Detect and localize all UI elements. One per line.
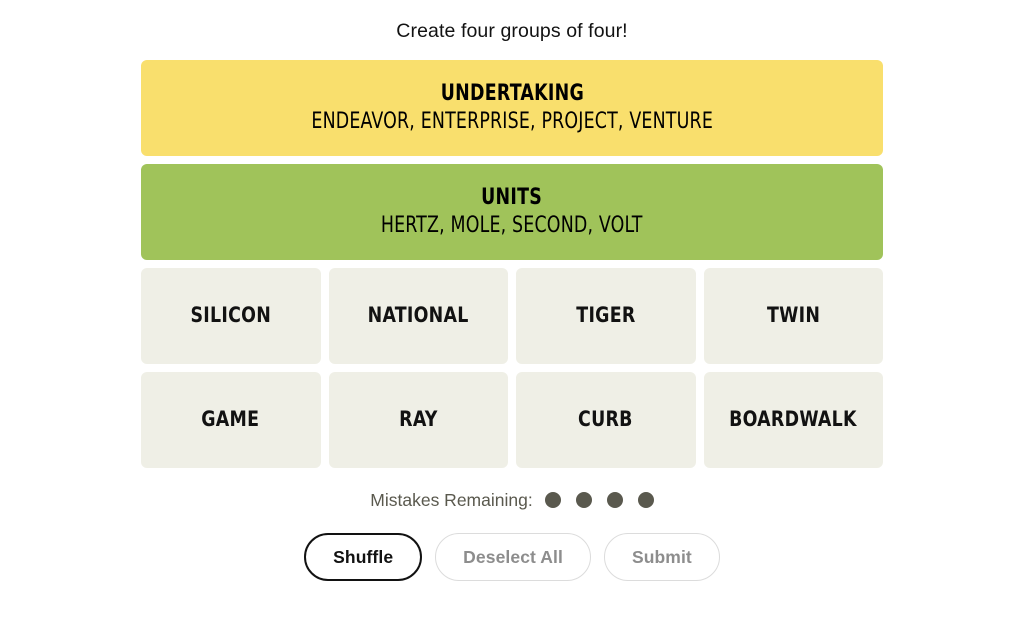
solved-group-green: UNITS HERTZ, MOLE, SECOND, VOLT [141,164,883,260]
word-tile-label: SILICON [190,303,272,328]
mistake-dot [575,492,592,508]
mistake-dot [606,492,623,508]
word-tile[interactable]: TWIN [703,268,883,364]
submit-button[interactable]: Submit [603,533,720,581]
game-board: UNDERTAKING ENDEAVOR, ENTERPRISE, PROJEC… [141,60,883,468]
solved-group-members: ENDEAVOR, ENTERPRISE, PROJECT, VENTURE [311,109,713,134]
word-tile-label: BOARDWALK [729,407,858,432]
word-tile[interactable]: SILICON [141,268,321,364]
word-tile-label: RAY [399,407,438,432]
word-tile-label: GAME [201,407,260,432]
solved-group-yellow: UNDERTAKING ENDEAVOR, ENTERPRISE, PROJEC… [141,60,883,156]
tile-row: SILICON NATIONAL TIGER TWIN [141,268,883,364]
mistake-dot [637,492,654,508]
word-tile[interactable]: GAME [141,372,321,468]
solved-group-members: HERTZ, MOLE, SECOND, VOLT [381,213,643,238]
deselect-all-button[interactable]: Deselect All [435,533,591,581]
word-tile[interactable]: TIGER [516,268,696,364]
mistakes-dots [544,492,654,508]
mistakes-remaining-label: Mistakes Remaining: [370,490,533,510]
action-buttons: Shuffle Deselect All Submit [304,533,720,581]
word-tile-label: NATIONAL [367,303,469,328]
word-tile-label: TIGER [576,303,636,328]
word-tile-label: CURB [578,407,634,432]
mistakes-remaining: Mistakes Remaining: [370,490,654,510]
solved-group-category: UNITS [481,185,543,210]
word-tile-label: TWIN [766,303,820,328]
word-tile[interactable]: RAY [328,372,508,468]
shuffle-button[interactable]: Shuffle [304,533,423,581]
word-tile[interactable]: CURB [516,372,696,468]
mistake-dot [544,492,561,508]
word-tile[interactable]: NATIONAL [328,268,508,364]
word-tile[interactable]: BOARDWALK [703,372,883,468]
tile-row: GAME RAY CURB BOARDWALK [141,372,883,468]
solved-group-category: UNDERTAKING [440,81,584,106]
connections-game: Create four groups of four! UNDERTAKING … [0,0,1024,617]
page-title: Create four groups of four! [396,20,628,42]
